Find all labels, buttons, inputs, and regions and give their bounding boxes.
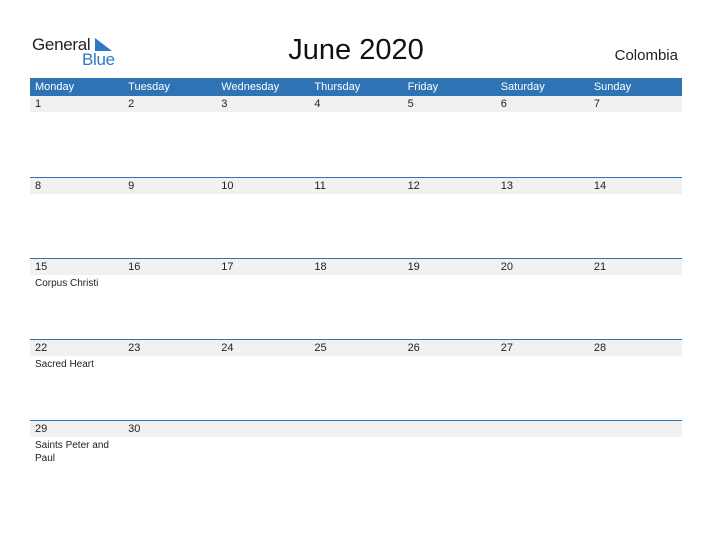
holiday-event [403,356,496,371]
holiday-event [30,112,123,114]
holiday-event [309,275,402,290]
day-number [216,421,309,437]
holiday-event [496,194,589,196]
day-number: 3 [221,98,228,110]
holiday-event [403,275,496,290]
day-number: 8 [35,180,42,192]
weekday-friday: Friday [407,81,439,93]
weekday-saturday: Saturday [500,81,545,93]
weekday-wednesday: Wednesday [221,81,280,93]
day-number: 7 [593,98,600,110]
calendar-grid: Monday Tuesday Wednesday Thursday Friday… [30,78,682,501]
day-number-band: 22 23 24 25 26 27 28 [30,340,682,356]
day-number: 22 [35,342,48,354]
holiday-event [123,194,216,196]
events-band [30,112,682,114]
holiday-event [403,437,496,465]
holiday-event [589,275,682,290]
holiday-event [496,356,589,371]
weekday-tuesday: Tuesday [128,81,170,93]
day-number: 21 [593,261,607,273]
holiday-event [309,112,402,114]
day-number-band: 29 30 [30,421,682,437]
holiday-event: Sacred Heart [35,359,94,370]
holiday-event [123,356,216,371]
holiday-event [123,275,216,290]
day-number: 2 [128,98,135,110]
day-number: 25 [314,342,327,354]
week-row: 29 30 Saints Peter and Paul [30,420,682,501]
events-band: Saints Peter and Paul [30,437,682,465]
day-number: 19 [407,261,420,273]
holiday-event [123,112,216,114]
holiday-event [216,194,309,196]
weekday-sunday: Sunday [593,81,632,93]
holiday-event [216,437,309,465]
day-number: 12 [407,180,420,192]
holiday-event [309,437,402,465]
holiday-event [403,112,496,114]
day-number: 9 [128,180,135,192]
week-row: 22 23 24 25 26 27 28 Sacred Heart [30,339,682,420]
events-band [30,194,682,196]
weekday-header: Monday Tuesday Wednesday Thursday Friday… [30,78,682,96]
holiday-event: Saints Peter and Paul [35,440,109,464]
holiday-event: Corpus Christi [35,278,99,289]
day-number: 11 [314,180,326,192]
holiday-event [496,437,589,465]
holiday-event [216,356,309,371]
holiday-event [123,437,216,465]
day-number: 28 [593,342,607,354]
day-number: 14 [593,180,607,192]
day-number: 24 [221,342,234,354]
day-number: 18 [314,261,327,273]
events-band: Sacred Heart [30,356,682,371]
holiday-event [309,356,402,371]
day-number: 16 [128,261,141,273]
holiday-event [30,194,123,196]
day-number [309,421,402,437]
day-number: 4 [314,98,321,110]
week-row: 15 16 17 18 19 20 21 Corpus Christi [30,258,682,339]
day-number: 5 [407,98,414,110]
day-number: 23 [128,342,141,354]
holiday-event [496,112,589,114]
day-number: 30 [128,423,141,435]
holiday-event [589,437,682,465]
day-number: 6 [500,98,507,110]
day-number: 10 [221,180,234,192]
day-number [403,421,496,437]
holiday-event [589,194,682,196]
holiday-event [589,112,682,114]
holiday-event [589,356,682,371]
events-band: Corpus Christi [30,275,682,290]
day-number-band: 8 9 10 11 12 13 14 [30,178,682,194]
holiday-event [309,194,402,196]
weekday-monday: Monday [35,81,75,93]
holiday-event [216,275,309,290]
day-number: 1 [35,98,42,110]
day-number: 17 [221,261,234,273]
week-row: 8 9 10 11 12 13 14 [30,177,682,258]
day-number-band: 1 2 3 4 5 6 7 [30,96,682,112]
day-number [589,421,682,437]
calendar-title: June 2020 [288,34,424,66]
country-label: Colombia [614,47,678,64]
day-number: 13 [500,180,513,192]
holiday-event [496,275,589,290]
day-number: 27 [500,342,513,354]
weekday-thursday: Thursday [314,81,361,93]
day-number: 26 [407,342,420,354]
week-row: 1 2 3 4 5 6 7 [30,96,682,177]
holiday-event [403,194,496,196]
day-number-band: 15 16 17 18 19 20 21 [30,259,682,275]
day-number: 20 [500,261,513,273]
day-number: 29 [35,423,48,435]
day-number [496,421,589,437]
holiday-event [216,112,309,114]
day-number: 15 [35,261,48,273]
